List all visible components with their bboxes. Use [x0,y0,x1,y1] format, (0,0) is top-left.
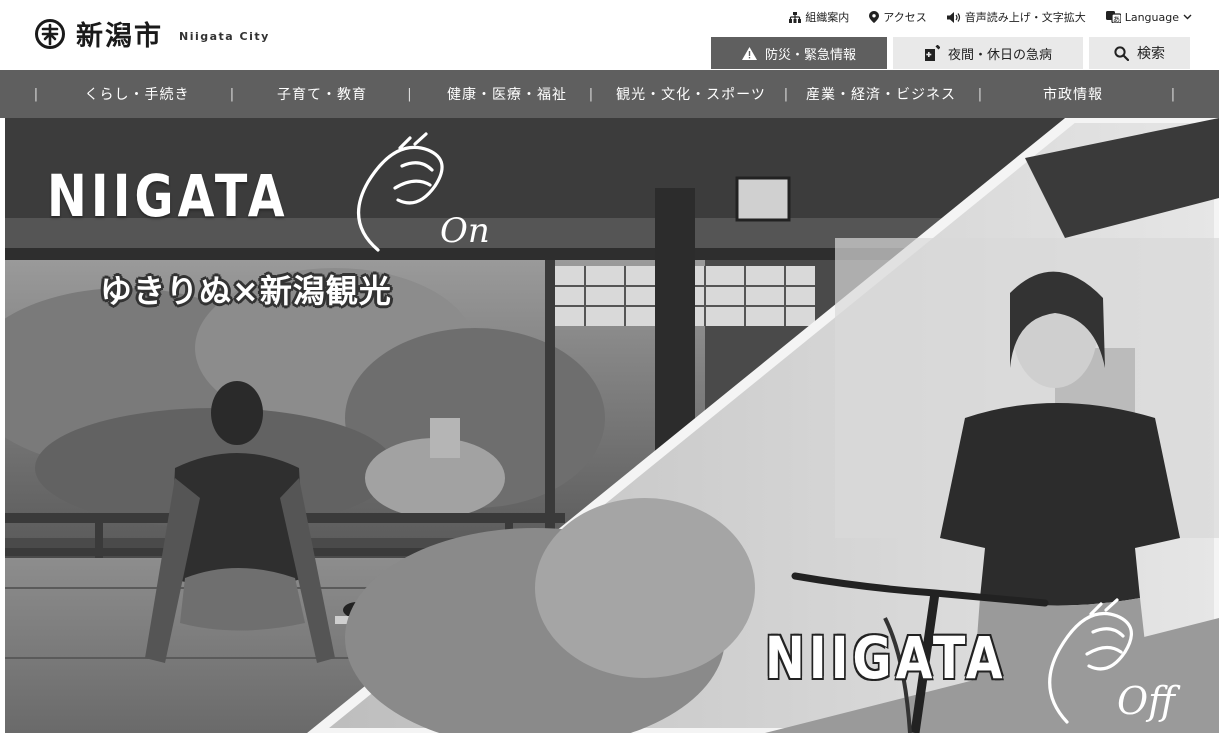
night-holiday-clinic-label: 夜間・休日の急病 [947,47,1052,63]
translate-icon: あ [1105,11,1121,24]
nav-item-tourism[interactable]: 観光・文化・スポーツ [605,84,777,104]
nav-item-health[interactable]: 健康・医療・福祉 [437,84,577,104]
hero-script-off: Off [1048,598,1181,724]
nav-separator: | [229,86,235,102]
hero-script-on-text: On [440,211,490,251]
warning-icon [741,46,757,60]
hero-banner[interactable]: NIIGATA On ゆきりぬ×新潟観光 NIIGATA Off [5,118,1219,733]
site-logo[interactable]: 新潟市 Niigata City [34,14,270,53]
emergency-info-button[interactable]: 防災・緊急情報 [711,37,887,69]
util-access-label: アクセス [883,11,927,24]
org-chart-icon [789,11,802,23]
nav-item-city-info[interactable]: 市政情報 [993,84,1153,104]
nav-separator: | [977,86,983,102]
nav-separator: | [33,86,39,102]
site-header: 新潟市 Niigata City 組織案内 アクセス 音声読み上げ・文字拡大 あ… [0,0,1219,70]
nav-item-childcare[interactable]: 子育て・教育 [262,84,382,104]
nav-item-living[interactable]: くらし・手続き [72,84,202,104]
util-language-link[interactable]: あ Language [1105,9,1192,25]
util-voice-link[interactable]: 音声読み上げ・文字拡大 [946,9,1086,25]
location-pin-icon [869,11,880,23]
nav-separator: | [588,86,594,102]
search-icon [1114,45,1129,61]
site-name-en: Niigata City [179,30,270,43]
nav-item-industry[interactable]: 産業・経済・ビジネス [795,84,967,104]
search-label: 検索 [1137,46,1165,62]
util-organization-label: 組織案内 [805,11,850,24]
util-language-label: Language [1124,10,1179,24]
hospital-icon [924,45,940,61]
util-voice-label: 音声読み上げ・文字拡大 [964,11,1086,24]
emergency-info-label: 防災・緊急情報 [764,47,856,63]
hero-title-niigata-off: NIIGATA [765,624,1007,692]
hero-script-on: On [356,132,490,252]
utility-links: 組織案内 アクセス 音声読み上げ・文字拡大 あ Language [789,9,1192,25]
hero-script-off-text: Off [1117,679,1181,723]
nav-separator: | [783,86,789,102]
search-button[interactable]: 検索 [1089,37,1190,69]
util-access-link[interactable]: アクセス [869,9,927,25]
speaker-icon [946,11,960,23]
global-nav: | くらし・手続き | 子育て・教育 | 健康・医療・福祉 | 観光・文化・スポ… [0,70,1219,118]
chevron-down-icon [1183,14,1192,20]
util-organization-link[interactable]: 組織案内 [789,9,849,25]
nav-separator: | [407,86,412,102]
svg-text:あ: あ [1113,16,1120,24]
night-holiday-clinic-button[interactable]: 夜間・休日の急病 [893,37,1083,69]
city-emblem-icon [35,18,65,49]
site-name-ja: 新潟市 [76,21,163,52]
nav-separator: | [1170,86,1176,102]
hero-subtitle: ゆきりぬ×新潟観光 [100,272,392,310]
hero-title-niigata-on: NIIGATA [47,162,289,230]
